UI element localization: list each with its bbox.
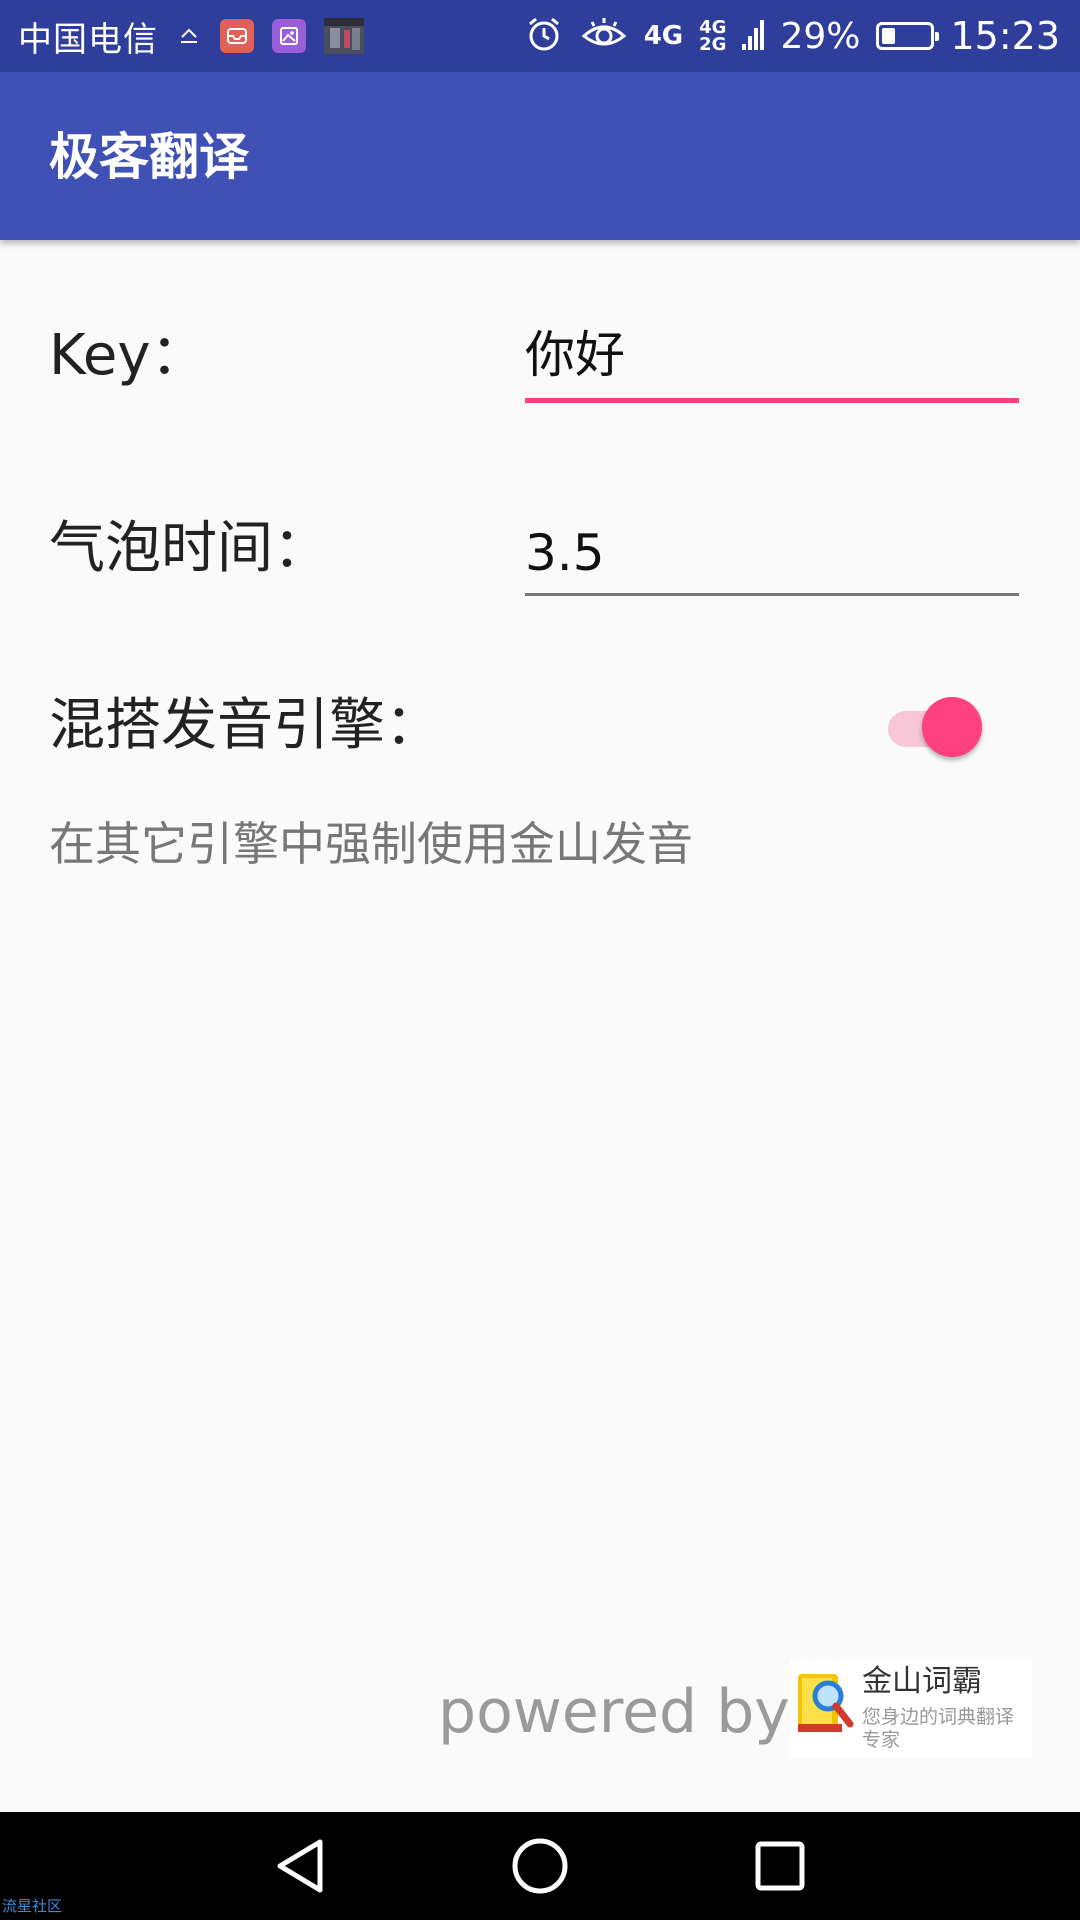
eye-icon — [580, 14, 628, 58]
battery-icon — [876, 22, 940, 50]
status-left: 中国电信 — [18, 0, 364, 72]
app-bar: 极客翻译 — [0, 72, 1080, 240]
status-bar: 中国电信 4G 4G 2G 29% 15:23 — [0, 0, 1080, 72]
network-primary: 4G — [643, 21, 684, 51]
mix-engine-label: 混搭发音引擎： — [49, 693, 441, 758]
home-button[interactable] — [480, 1812, 600, 1920]
recent-apps-button[interactable] — [720, 1812, 840, 1920]
mail-app-icon — [220, 19, 254, 53]
alarm-icon — [524, 14, 564, 58]
brand-tagline: 您身边的词典翻译专家 — [862, 1706, 1015, 1751]
home-icon — [512, 1838, 568, 1894]
powered-by-text: powered by — [438, 1677, 790, 1747]
gallery-app-icon — [272, 19, 306, 53]
switch-thumb — [922, 697, 982, 757]
iciba-logo-icon — [794, 1666, 854, 1738]
back-icon — [277, 1839, 323, 1893]
mix-engine-switch[interactable] — [888, 697, 984, 759]
bubble-time-input[interactable]: 3.5 — [525, 523, 1019, 596]
signal-icon — [742, 14, 765, 58]
battery-level — [882, 28, 896, 44]
app-title: 极客翻译 — [49, 128, 249, 186]
back-button[interactable] — [240, 1812, 360, 1920]
watermark-text: 流星社区 — [2, 1897, 63, 1915]
clock: 15:23 — [950, 14, 1060, 58]
battery-percent: 29% — [780, 15, 861, 57]
recent-apps-icon — [755, 1841, 805, 1891]
photo-thumbnail-icon — [324, 18, 364, 54]
brand-name: 金山词霸 — [862, 1664, 982, 1699]
key-label: Key： — [49, 323, 207, 388]
brand-logo-block: 金山词霸 您身边的词典翻译专家 — [790, 1660, 1032, 1758]
status-right: 4G 4G 2G 29% 15:23 — [524, 0, 1060, 72]
mix-engine-hint: 在其它引擎中强制使用金山发音 — [49, 817, 693, 871]
bubble-time-value: 3.5 — [525, 524, 605, 582]
navigation-bar — [0, 1812, 1080, 1920]
network-secondary: 4G 2G — [699, 18, 727, 55]
network-secondary-bottom: 2G — [699, 34, 727, 55]
key-input[interactable]: 你好 — [525, 325, 1019, 403]
carrier-name: 中国电信 — [18, 19, 158, 60]
key-input-value: 你好 — [525, 326, 625, 384]
bubble-time-label: 气泡时间： — [49, 516, 329, 581]
upload-icon — [176, 19, 202, 53]
